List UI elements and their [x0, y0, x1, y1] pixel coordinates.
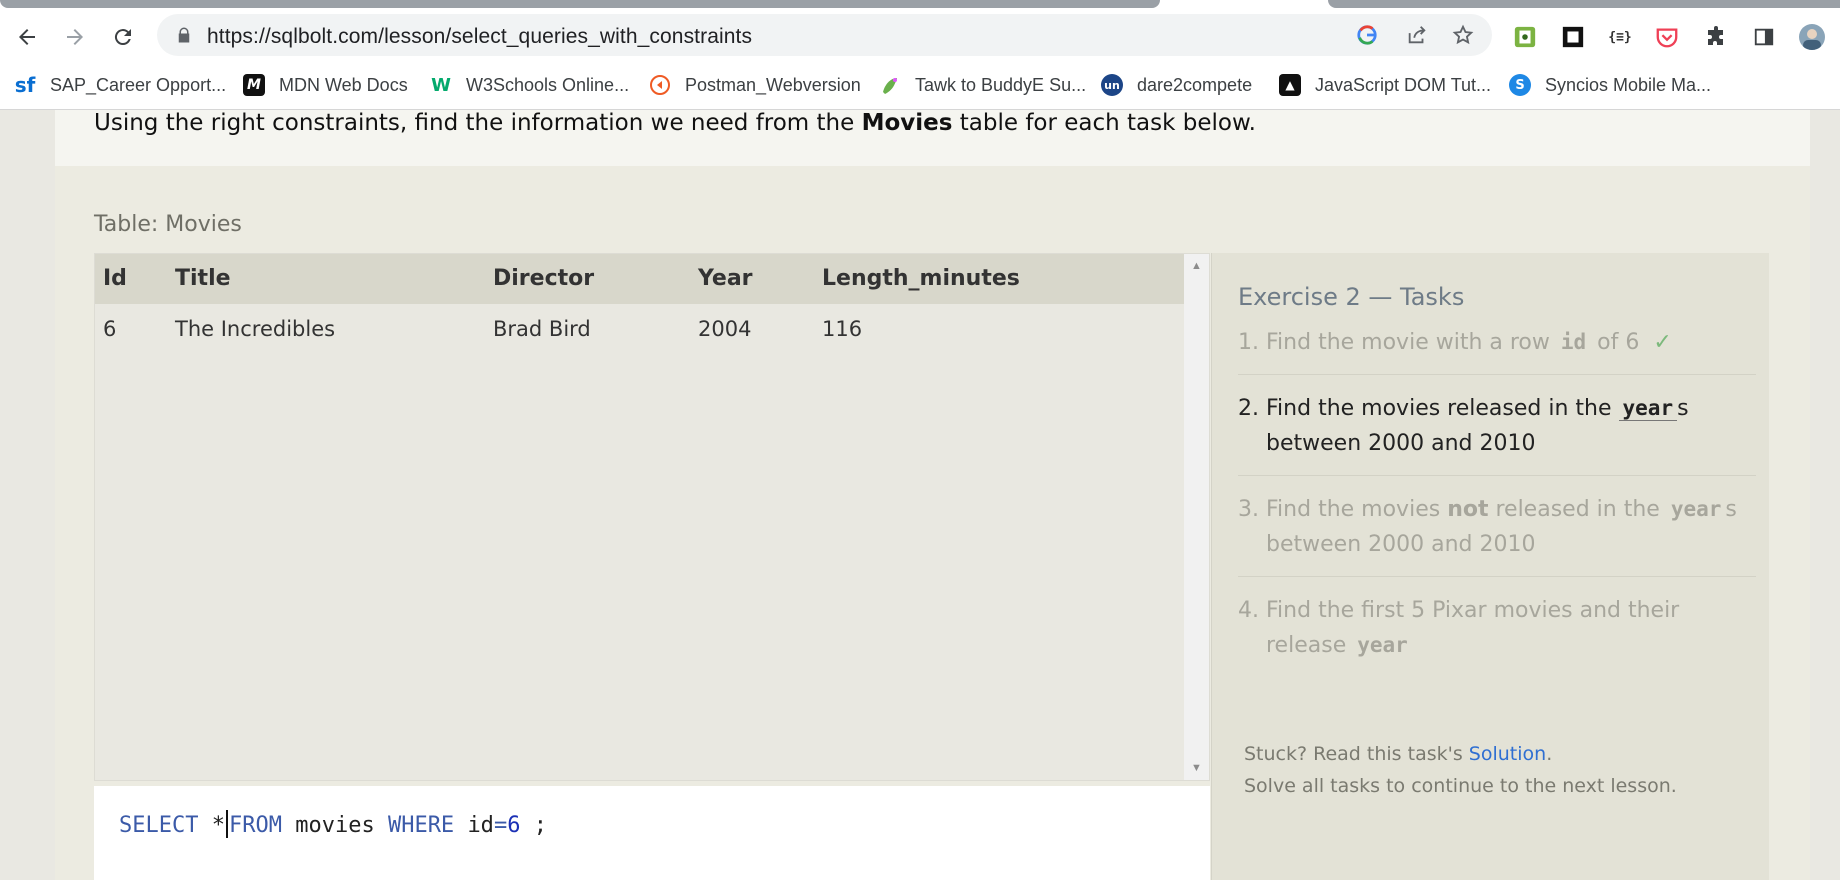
results-table: Id Title Director Year Length_minutes 6 … [94, 253, 1210, 781]
bookmark-js-dom[interactable]: ▲ JavaScript DOM Tut... [1279, 72, 1491, 98]
bookmark-w3schools[interactable]: W W3Schools Online... [430, 72, 629, 98]
bookmark-dare2compete[interactable]: un dare2compete [1101, 72, 1252, 98]
code-year: year [1618, 396, 1678, 421]
column-header-year: Year [698, 266, 753, 291]
task-item-2: 2. Find the movies released in the year s… [1238, 391, 1756, 476]
reload-icon [114, 29, 131, 46]
cell-title: The Incredibles [175, 317, 336, 341]
results-grid: Id Title Director Year Length_minutes 6 … [95, 254, 1186, 780]
cell-year: 2004 [698, 317, 752, 341]
back-button[interactable] [9, 19, 45, 55]
sql-column: id [467, 813, 494, 838]
forward-button[interactable] [57, 19, 93, 55]
side-panel-icon[interactable] [1751, 24, 1777, 50]
star-bookmark-icon[interactable] [1451, 23, 1475, 47]
extensions-puzzle-icon[interactable] [1703, 24, 1729, 50]
tawk-icon [879, 74, 901, 96]
cell-director: Brad Bird [493, 317, 591, 341]
task-item-4: 4. Find the first 5 Pixar movies and the… [1238, 598, 1680, 658]
column-header-length: Length_minutes [822, 266, 1020, 291]
google-icon[interactable] [1355, 23, 1379, 47]
checkmark-icon: ✓ [1653, 330, 1672, 355]
tasks-title: Exercise 2 — Tasks [1238, 283, 1465, 311]
cell-id: 6 [103, 317, 117, 341]
text-caret [225, 810, 228, 838]
sf-icon: sf [14, 73, 36, 97]
un-icon: un [1101, 74, 1123, 96]
code-id: id [1560, 330, 1587, 354]
address-bar[interactable]: https://sqlbolt.com/lesson/select_querie… [157, 14, 1492, 56]
w3schools-icon: W [431, 74, 451, 96]
browser-tab[interactable] [1328, 0, 1840, 8]
bookmark-tawk[interactable]: Tawk to BuddyE Su... [879, 72, 1086, 98]
results-scrollbar[interactable]: ▲ ▼ [1184, 254, 1209, 780]
mdn-icon: M [243, 74, 265, 96]
cell-length: 116 [822, 317, 863, 341]
tasks-panel: Exercise 2 — Tasks 1. Find the movie wit… [1211, 253, 1769, 880]
sql-operator: = [493, 813, 508, 838]
json-viewer-icon[interactable]: {≡} [1607, 24, 1633, 50]
column-header-director: Director [493, 266, 595, 291]
sql-star: * [211, 813, 225, 838]
lesson-exercise-card: Using the right constraints, find the in… [55, 110, 1810, 880]
bookmark-syncios[interactable]: S Syncios Mobile Ma... [1509, 72, 1711, 98]
browser-tab[interactable] [0, 0, 1160, 8]
bookmark-sap[interactable]: sf SAP_Career Opport... [14, 72, 226, 98]
sql-keyword-from: FROM [228, 813, 282, 838]
code-year: year [1357, 633, 1408, 657]
bookmark-postman[interactable]: Postman_Webversion [649, 72, 861, 98]
url-text[interactable]: https://sqlbolt.com/lesson/select_querie… [207, 25, 752, 49]
tab-strip [0, 0, 1840, 8]
reload-button[interactable] [105, 19, 141, 55]
js-dom-icon: ▲ [1279, 74, 1301, 96]
pocket-icon[interactable] [1654, 24, 1680, 50]
browser-toolbar: https://sqlbolt.com/lesson/select_querie… [0, 8, 1840, 62]
syncios-icon: S [1509, 74, 1531, 96]
task-list: 1. Find the movie with a row id of 6 ✓ 2.… [1238, 325, 1756, 693]
intro-table-name: Movies [861, 110, 953, 136]
sql-terminator: ; [533, 813, 547, 838]
bookmark-mdn[interactable]: M MDN Web Docs [243, 72, 408, 98]
lock-icon [178, 27, 190, 43]
task-item-3: 3. Find the movies not released in the y… [1238, 492, 1756, 577]
stuck-hint: Stuck? Read this task's Solution. [1244, 743, 1553, 765]
extension-square-icon[interactable] [1560, 24, 1586, 50]
intro-band: Using the right constraints, find the in… [55, 110, 1810, 166]
exercise-intro: Using the right constraints, find the in… [94, 110, 1256, 136]
column-header-id: Id [103, 266, 127, 291]
profile-avatar-icon[interactable] [1799, 24, 1825, 50]
scroll-up-icon[interactable]: ▲ [1190, 260, 1203, 272]
next-lesson-hint: Solve all tasks to continue to the next … [1244, 775, 1677, 797]
forward-arrow-icon [67, 29, 83, 45]
postman-icon [649, 74, 671, 96]
page-background: Using the right constraints, find the in… [0, 110, 1840, 880]
extension-green-icon[interactable] [1512, 24, 1538, 50]
sql-query-editor[interactable]: SELECT * FROM movies WHERE id=6 ; [94, 786, 1210, 880]
back-arrow-icon [19, 29, 35, 45]
sql-keyword-select: SELECT [119, 813, 199, 838]
bookmarks-bar: sf SAP_Career Opport... M MDN Web Docs W… [0, 62, 1840, 110]
table-caption: Table: Movies [94, 212, 242, 237]
share-icon[interactable] [1405, 23, 1429, 47]
code-year: year [1670, 497, 1722, 521]
task-item-1: 1. Find the movie with a row id of 6 ✓ [1238, 325, 1756, 375]
sql-value: 6 [507, 813, 521, 838]
solution-link[interactable]: Solution [1469, 743, 1546, 765]
scroll-down-icon[interactable]: ▼ [1190, 762, 1203, 774]
table-row: 6 The Incredibles Brad Bird 2004 116 [95, 304, 1186, 354]
column-header-title: Title [175, 266, 231, 291]
sql-query-line[interactable]: SELECT * FROM movies WHERE id=6 ; [119, 810, 547, 838]
sql-keyword-where: WHERE [387, 813, 455, 838]
sql-table: movies [295, 813, 375, 838]
table-header-row: Id Title Director Year Length_minutes [95, 254, 1186, 304]
